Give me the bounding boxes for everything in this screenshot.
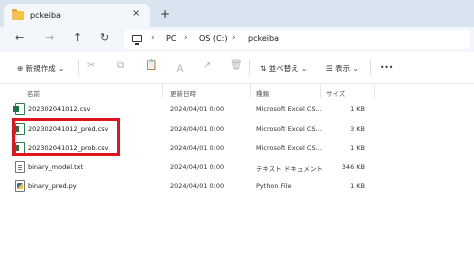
toolbar-divider — [78, 60, 79, 75]
file-size: 1 KB — [350, 182, 365, 190]
file-size: 3 KB — [350, 125, 365, 133]
file-list-header: 名前 更新日時 種類 サイズ — [0, 84, 474, 99]
back-button[interactable]: ← — [15, 31, 24, 44]
file-size: 1 KB — [350, 105, 365, 113]
new-button[interactable]: ⊕ 新規作成 ⌄ — [17, 63, 64, 74]
delete-icon[interactable]: 🗑 — [230, 60, 243, 71]
file-type: テキスト ドキュメント — [256, 165, 323, 173]
new-tab-button[interactable]: + — [160, 7, 170, 21]
file-name: binary_pred.py — [28, 182, 77, 190]
file-row[interactable]: 202302041012.csv 2024/04/01 0:00 Microso… — [0, 100, 474, 119]
close-tab-button[interactable]: × — [132, 8, 140, 19]
rename-icon[interactable]: Ａ — [175, 60, 185, 75]
tab-strip: pckeiba × + — [0, 0, 474, 27]
cut-icon[interactable]: ✂ — [87, 60, 95, 71]
refresh-button[interactable]: ↻ — [100, 31, 109, 44]
computer-icon — [132, 35, 142, 45]
file-modified: 2024/04/01 0:00 — [170, 163, 225, 171]
column-divider[interactable] — [250, 84, 251, 98]
forward-button[interactable]: → — [45, 31, 54, 44]
up-button[interactable]: ↑ — [73, 31, 82, 44]
tab-pckeiba[interactable]: pckeiba × — [4, 4, 150, 27]
more-options-button[interactable]: ••• — [380, 63, 393, 72]
breadcrumb-pc[interactable]: PC — [166, 34, 176, 43]
excel-icon — [13, 103, 25, 115]
text-file-icon — [15, 161, 25, 173]
toolbar-divider — [370, 60, 371, 75]
column-modified[interactable]: 更新日時 — [170, 88, 196, 98]
breadcrumb-separator: › — [184, 33, 188, 43]
share-icon[interactable]: ↗ — [203, 60, 211, 71]
column-name[interactable]: 名前 — [27, 88, 40, 98]
breadcrumb-os-c[interactable]: OS (C:) — [199, 34, 227, 43]
address-bar[interactable]: › PC › OS (C:) › pckeiba — [124, 30, 470, 49]
file-modified: 2024/04/01 0:00 — [170, 182, 225, 190]
highlight-box — [12, 118, 120, 156]
file-name: binary_model.txt — [28, 163, 84, 171]
file-row[interactable]: binary_model.txt 2024/04/01 0:00 テキスト ドキ… — [0, 158, 474, 177]
column-divider[interactable] — [162, 84, 163, 98]
python-file-icon — [15, 180, 25, 192]
file-row[interactable]: binary_pred.py 2024/04/01 0:00 Python Fi… — [0, 177, 474, 196]
column-type[interactable]: 種類 — [256, 88, 269, 98]
tab-title: pckeiba — [30, 11, 61, 20]
view-button[interactable]: ☰ 表示 ⌄ — [326, 63, 359, 74]
breadcrumb-pckeiba[interactable]: pckeiba — [248, 34, 279, 43]
file-type: Microsoft Excel CS... — [256, 144, 322, 152]
file-modified: 2024/04/01 0:00 — [170, 144, 225, 152]
file-type: Microsoft Excel CS... — [256, 125, 322, 133]
column-divider[interactable] — [374, 84, 375, 98]
file-modified: 2024/04/01 0:00 — [170, 105, 225, 113]
file-type: Python File — [256, 182, 292, 190]
sort-button[interactable]: ⇅ 並べ替え ⌄ — [260, 63, 307, 74]
file-size: 346 KB — [341, 163, 365, 171]
file-modified: 2024/04/01 0:00 — [170, 125, 225, 133]
file-size: 1 KB — [350, 144, 365, 152]
navigation-bar: ← → ↑ ↻ › PC › OS (C:) › pckeiba — [0, 27, 474, 52]
breadcrumb-separator: › — [151, 33, 155, 43]
file-type: Microsoft Excel CS... — [256, 105, 322, 113]
column-divider[interactable] — [320, 84, 321, 98]
command-bar: ⊕ 新規作成 ⌄ ✂ ⧉ 📋 Ａ ↗ 🗑 ⇅ 並べ替え ⌄ ☰ 表示 ⌄ ••• — [0, 52, 474, 84]
breadcrumb-separator: › — [232, 33, 236, 43]
folder-icon — [12, 9, 24, 20]
copy-icon[interactable]: ⧉ — [117, 60, 124, 71]
file-name: 202302041012.csv — [28, 105, 91, 113]
column-size[interactable]: サイズ — [326, 88, 345, 98]
paste-icon[interactable]: 📋 — [145, 60, 157, 71]
toolbar-divider — [249, 60, 250, 75]
